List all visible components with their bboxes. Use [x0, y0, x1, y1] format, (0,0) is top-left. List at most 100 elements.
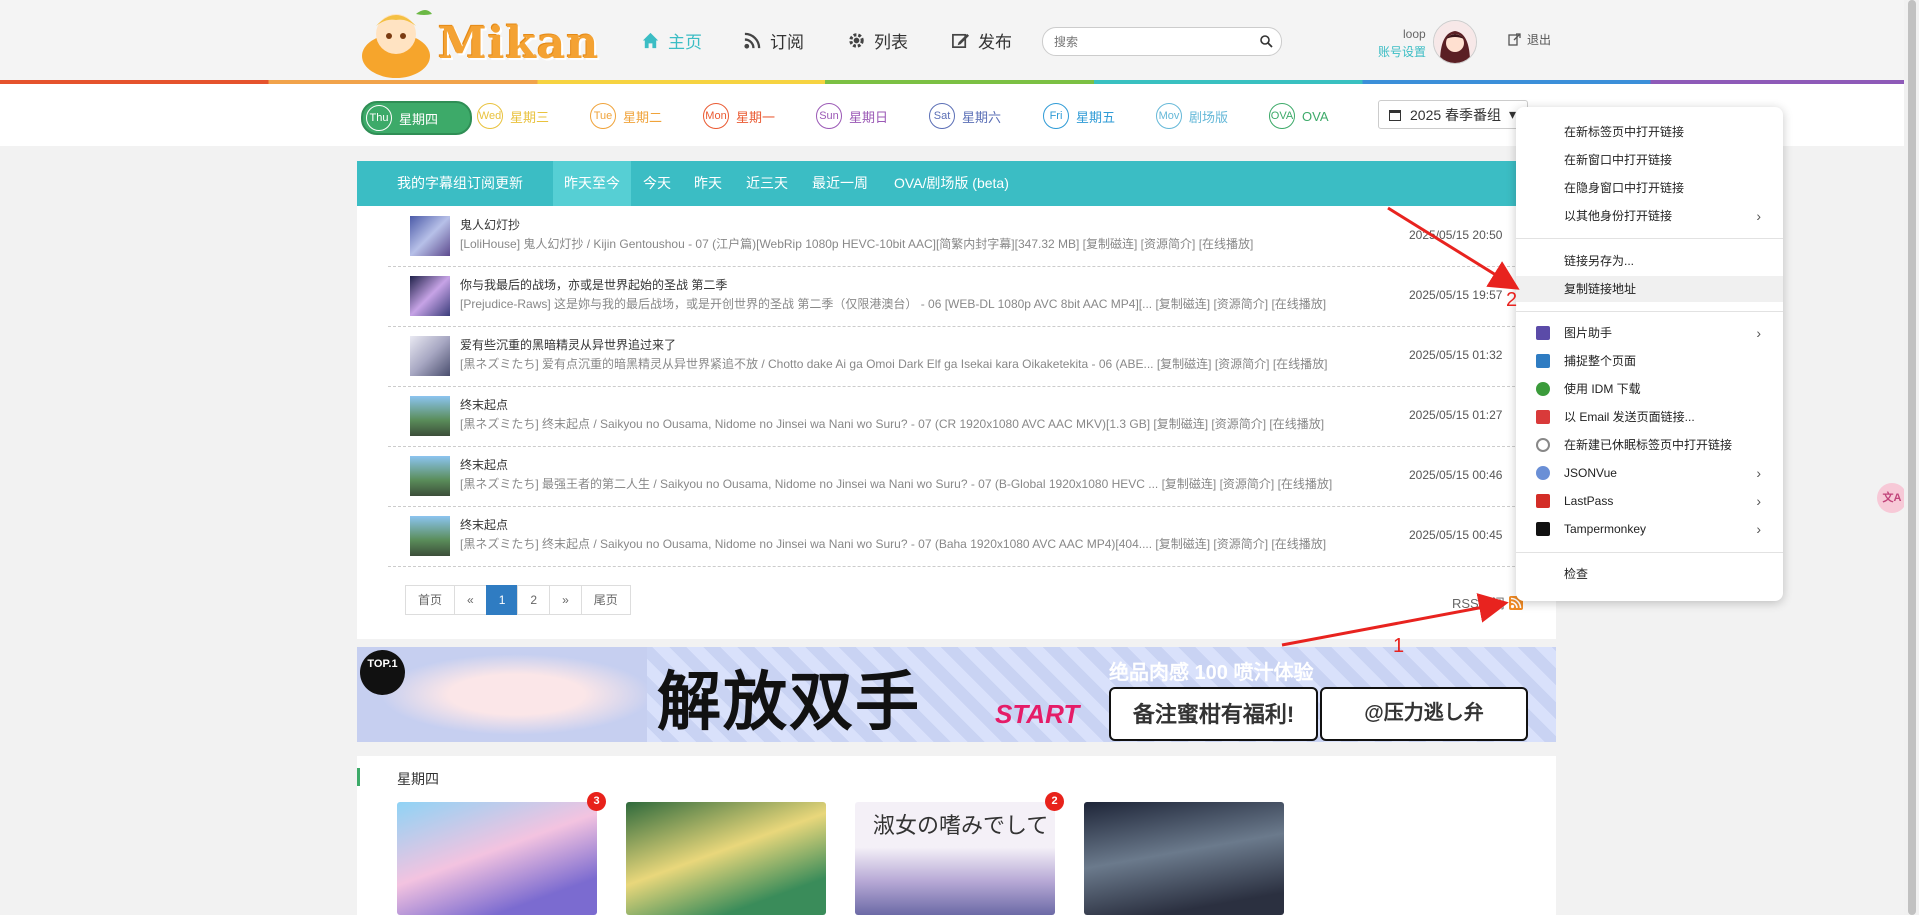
menu-label: 在新标签页中打开链接	[1564, 125, 1685, 139]
nav-home[interactable]: 主页	[641, 28, 702, 53]
update-desc[interactable]: [黒ネズミたち] 终末起点 / Saikyou no Ousama, Nidom…	[460, 415, 1324, 432]
scrollbar-thumb[interactable]	[1908, 0, 1916, 915]
menu-label: LastPass	[1564, 494, 1614, 508]
update-row: 终末起点 [黒ネズミたち] 终末起点 / Saikyou no Ousama, …	[388, 507, 1535, 567]
mascot-icon	[362, 10, 432, 78]
update-desc[interactable]: [黒ネズミたち] 终末起点 / Saikyou no Ousama, Nidom…	[460, 535, 1326, 552]
weekday-movie[interactable]: Mov 剧场版	[1156, 101, 1228, 131]
menu-capture-page[interactable]: 捕捉整个页面	[1516, 348, 1783, 374]
anime-card[interactable]	[397, 802, 597, 915]
account-settings-link[interactable]: 账号设置	[1378, 43, 1426, 60]
anime-thumbnail[interactable]	[410, 396, 450, 436]
menu-inspect[interactable]: 检查	[1516, 561, 1783, 587]
logout-button[interactable]: 退出	[1508, 31, 1551, 48]
update-desc[interactable]: [LoliHouse] 鬼人幻灯抄 / Kijin Gentoushou - 0…	[460, 235, 1253, 252]
weekday-thu[interactable]: Thu 星期四	[361, 101, 473, 135]
menu-idm-download[interactable]: 使用 IDM 下载	[1516, 376, 1783, 402]
search-input[interactable]	[1052, 32, 1256, 52]
banner-brand: @压力逃し弁	[1320, 687, 1528, 741]
capture-icon	[1536, 354, 1550, 368]
tab-today[interactable]: 今天	[632, 161, 682, 206]
translate-widget[interactable]: 文A	[1877, 483, 1907, 513]
update-time: 2025/05/15 01:32	[1409, 348, 1503, 362]
anime-thumbnail[interactable]	[410, 276, 450, 316]
menu-open-new-window[interactable]: 在新窗口中打开链接	[1516, 147, 1783, 173]
menu-open-as-profile[interactable]: 以其他身份打开链接 ›	[1516, 203, 1783, 229]
weekday-fri[interactable]: Fri 星期五	[1043, 101, 1115, 131]
weekday-label: OVA	[1302, 108, 1329, 124]
weekday-badge: Wed	[477, 103, 503, 129]
weekday-sun[interactable]: Sun 星期日	[816, 101, 888, 131]
weekday-badge: Mon	[703, 103, 729, 129]
rss-label: RSS订阅	[1452, 596, 1505, 611]
pager-page-1[interactable]: 1	[485, 585, 519, 615]
menu-email-link[interactable]: 以 Email 发送页面链接...	[1516, 404, 1783, 430]
update-desc[interactable]: [黒ネズミたち] 爱有点沉重的暗黑精灵从异世界紧追不放 / Chotto dak…	[460, 355, 1328, 372]
edit-icon	[952, 33, 970, 49]
context-menu: 在新标签页中打开链接 在新窗口中打开链接 在隐身窗口中打开链接 以其他身份打开链…	[1516, 107, 1783, 601]
pager-last[interactable]: 尾页	[580, 585, 631, 615]
anime-thumbnail[interactable]	[410, 456, 450, 496]
season-dropdown[interactable]: 2025 春季番组 ▾	[1378, 100, 1528, 129]
menu-lastpass[interactable]: LastPass ›	[1516, 488, 1783, 514]
menu-copy-link-address[interactable]: 复制链接地址	[1516, 276, 1783, 302]
weekday-sat[interactable]: Sat 星期六	[929, 101, 1001, 131]
weekday-ova[interactable]: OVA OVA	[1269, 101, 1329, 131]
anime-card[interactable]	[1084, 802, 1284, 915]
weekday-label: 星期日	[849, 109, 889, 125]
banner-headline: 解放双手	[657, 666, 921, 740]
site-logo[interactable]: Mikan	[358, 4, 598, 80]
menu-label: 图片助手	[1564, 326, 1613, 340]
search-box[interactable]	[1042, 27, 1282, 56]
update-title[interactable]: 终末起点	[460, 516, 508, 533]
menu-open-sleeping-tab[interactable]: 在新建已休眠标签页中打开链接	[1516, 432, 1783, 458]
weekday-mon[interactable]: Mon 星期一	[703, 101, 775, 131]
chevron-right-icon: ›	[1756, 325, 1761, 341]
update-desc[interactable]: [Prejudice-Raws] 这是妳与我的最后战场，或是开创世界的圣战 第二…	[460, 295, 1326, 312]
chevron-right-icon: ›	[1756, 208, 1761, 224]
update-title[interactable]: 鬼人幻灯抄	[460, 216, 520, 233]
update-title[interactable]: 终末起点	[460, 456, 508, 473]
weekday-tue[interactable]: Tue 星期二	[590, 101, 662, 131]
anime-card[interactable]	[626, 802, 826, 915]
pager-first[interactable]: 首页	[405, 585, 456, 615]
avatar[interactable]	[1433, 20, 1477, 64]
nav-subscribe[interactable]: 订阅	[743, 28, 804, 53]
pager-page-2[interactable]: 2	[517, 585, 551, 615]
tab-yesterday[interactable]: 昨天	[683, 161, 733, 206]
menu-save-link-as[interactable]: 链接另存为...	[1516, 248, 1783, 274]
ad-banner[interactable]: TOP.1 解放双手 START 绝品肉感 100 喷汁体验 备注蜜柑有福利! …	[357, 647, 1556, 742]
search-icon[interactable]	[1259, 34, 1273, 48]
update-row: 你与我最后的战场，亦或是世界起始的圣战 第二季 [Prejudice-Raws]…	[388, 267, 1535, 327]
pager-next[interactable]: »	[549, 585, 582, 615]
menu-image-helper[interactable]: 图片助手 ›	[1516, 320, 1783, 346]
anime-thumbnail[interactable]	[410, 216, 450, 256]
update-title[interactable]: 终末起点	[460, 396, 508, 413]
season-label: 2025 春季番组	[1410, 106, 1502, 123]
menu-open-incognito[interactable]: 在隐身窗口中打开链接	[1516, 175, 1783, 201]
update-time: 2025/05/15 01:27	[1409, 408, 1503, 422]
tab-since-yesterday[interactable]: 昨天至今	[553, 161, 631, 206]
menu-tampermonkey[interactable]: Tampermonkey ›	[1516, 516, 1783, 542]
nav-publish[interactable]: 发布	[951, 28, 1012, 53]
weekday-label: 星期三	[510, 109, 550, 125]
weekday-label: 星期五	[1076, 109, 1116, 125]
weekday-wed[interactable]: Wed 星期三	[477, 101, 549, 131]
tab-last-three-days[interactable]: 近三天	[735, 161, 799, 206]
menu-jsonvue[interactable]: JSONVue ›	[1516, 460, 1783, 486]
anime-thumbnail[interactable]	[410, 336, 450, 376]
menu-label: 以其他身份打开链接	[1564, 209, 1673, 223]
menu-open-new-tab[interactable]: 在新标签页中打开链接	[1516, 119, 1783, 145]
update-desc[interactable]: [黒ネズミたち] 最强王者的第二人生 / Saikyou no Ousama, …	[460, 475, 1332, 492]
tab-ova-movie[interactable]: OVA/剧场版 (beta)	[883, 161, 1020, 206]
nav-list[interactable]: 列表	[847, 28, 908, 53]
menu-label: 链接另存为...	[1564, 254, 1635, 268]
menu-label: 在新建已休眠标签页中打开链接	[1564, 438, 1733, 452]
rss-subscribe-link[interactable]: RSS订阅	[1452, 593, 1523, 612]
update-title[interactable]: 爱有些沉重的黑暗精灵从异世界追过来了	[460, 336, 676, 353]
anime-card[interactable]: 淑女の嗜みでして	[855, 802, 1055, 915]
update-title[interactable]: 你与我最后的战场，亦或是世界起始的圣战 第二季	[460, 276, 727, 293]
tab-last-week[interactable]: 最近一周	[801, 161, 879, 206]
anime-thumbnail[interactable]	[410, 516, 450, 556]
pager-prev[interactable]: «	[454, 585, 487, 615]
